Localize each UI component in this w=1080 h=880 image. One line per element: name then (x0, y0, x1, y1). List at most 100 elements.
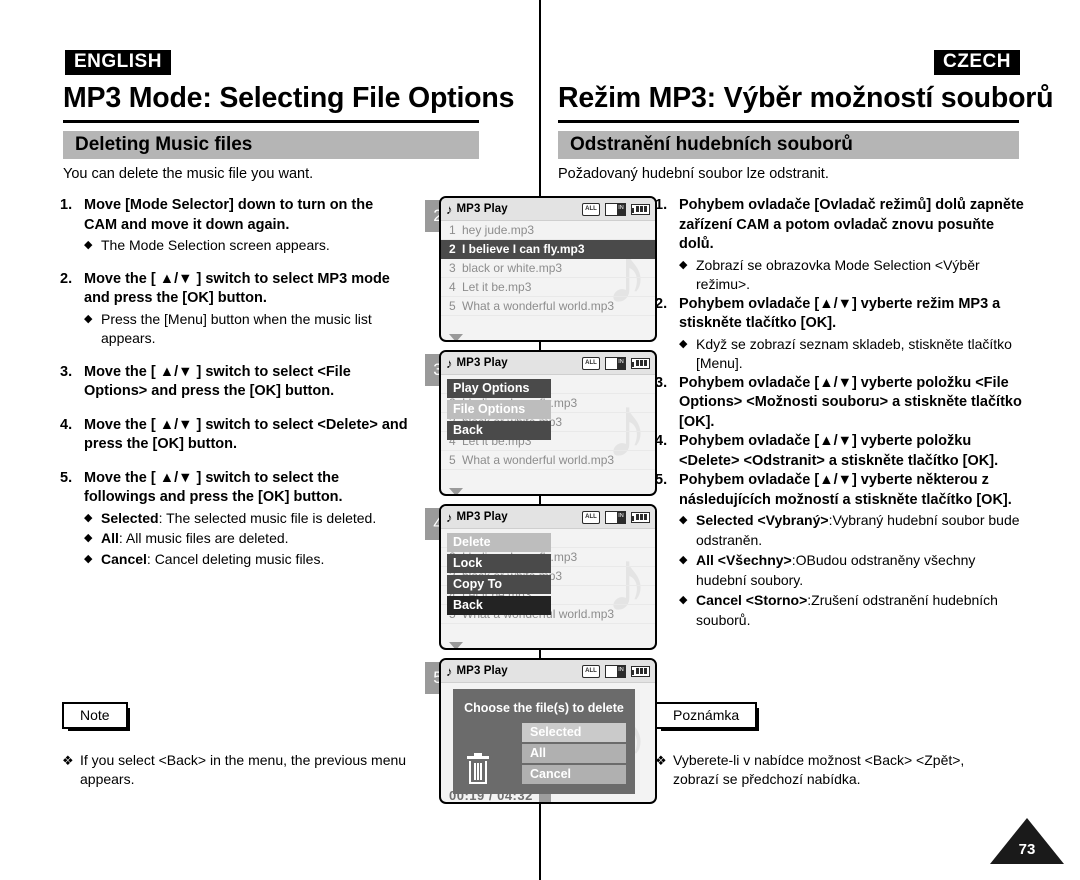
repeat-all-icon: ALL (582, 202, 600, 216)
dialog-button-group: Selected All Cancel (522, 723, 626, 786)
step-title: Pohybem ovladače [▲/▼] vyberte položku <… (679, 433, 999, 469)
menu-item[interactable]: Back (447, 596, 551, 615)
step-title: Move the [ ▲/▼ ] switch to select <File … (84, 363, 351, 400)
step-item: 4. Pohybem ovladače [▲/▼] vyberte položku… (655, 432, 1025, 471)
step-bullet-term: Selected <Vybraný> (696, 512, 829, 528)
step-body: Move the [ ▲/▼ ] switch to select <File … (84, 363, 410, 402)
diamond-bullet-icon: ◆ (679, 554, 688, 566)
step-bullet-text: All: All music files are deleted. (101, 530, 289, 546)
menu-item[interactable]: Play Options (447, 379, 551, 398)
lcd-content: ♪1hey jude.mp32I believe I can fly.mp33b… (441, 529, 655, 648)
page-title-english: MP3 Mode: Selecting File Options (63, 82, 515, 114)
step-item: 5. Pohybem ovladače [▲/▼] vyberte některo… (655, 471, 1025, 630)
step-body: Pohybem ovladače [Ovladač režimů] dolů z… (679, 196, 1025, 295)
step-item: 5. Move the [ ▲/▼ ] switch to select the … (60, 469, 410, 570)
step-bullet: ◆ Cancel: Cancel deleting music files. (84, 550, 410, 570)
menu-item[interactable]: Delete (447, 533, 551, 552)
step-bullet-term: All (101, 530, 119, 546)
trash-can-icon (467, 753, 489, 784)
track-list-item[interactable]: 5 What a wonderful world.mp3 (441, 451, 655, 470)
step-bullet-text: Cancel <Storno>:Zrušení odstranění hudeb… (696, 592, 998, 628)
internal-memory-icon: IN (605, 202, 626, 216)
track-list-item[interactable]: 2 I believe I can fly.mp3 (441, 240, 655, 259)
step-bullet-term: All <Všechny> (696, 552, 792, 568)
step-bullet-text: Press the [Menu] button when the music l… (101, 310, 372, 347)
step-number: 3. (60, 363, 73, 380)
lcd-icon-group: ALL IN (582, 664, 650, 678)
internal-memory-label: IN (617, 357, 625, 369)
battery-full-icon (631, 203, 650, 215)
track-list-item[interactable]: 4 Let it be.mp3 (441, 278, 655, 297)
diamond-bullet-icon: ◆ (679, 337, 688, 350)
lcd-mode-label: MP3 Play (456, 357, 508, 369)
track-list-item[interactable]: 5 What a wonderful world.mp3 (441, 297, 655, 316)
lcd-status-bar: ♪ MP3 Play ALL IN (441, 506, 655, 529)
language-tag-czech-wrap: CZECH (934, 50, 1020, 75)
note-bullet-icon: ❖ (655, 753, 667, 768)
track-index: 5 (449, 453, 456, 467)
menu-item[interactable]: File Options (447, 400, 551, 419)
step-title: Move the [ ▲/▼ ] switch to select <Delet… (84, 416, 408, 453)
step-body: Pohybem ovladače [▲/▼] vyberte položku <… (679, 374, 1025, 433)
repeat-all-icon: ALL (582, 356, 600, 370)
step-body: Pohybem ovladače [▲/▼] vyberte položku <… (679, 432, 1025, 471)
step-bullet: ◆ Selected: The selected music file is de… (84, 509, 410, 529)
track-list-item[interactable]: 1 hey jude.mp3 (441, 221, 655, 240)
lcd-mode-label: MP3 Play (456, 665, 508, 677)
step-bullet: ◆ Selected <Vybraný>:Vybraný hudební soub… (679, 511, 1025, 550)
diamond-bullet-icon: ◆ (679, 594, 688, 606)
section-heading-czech: Odstranění hudebních souborů (558, 131, 1019, 159)
step-body: Move the [ ▲/▼ ] switch to select the fo… (84, 469, 410, 570)
step-bullet: ◆ Zobrazí se obrazovka Mode Selection <Vý… (679, 256, 1025, 295)
delete-confirm-dialog: Choose the file(s) to delete Selected All C… (453, 689, 635, 794)
dialog-button[interactable]: All (522, 744, 626, 763)
scroll-down-icon[interactable] (449, 488, 463, 494)
track-index: 2 (449, 242, 456, 256)
step-bullet: ◆ Když se zobrazí seznam skladeb, stiskně… (679, 335, 1025, 374)
step-bullet: ◆ The Mode Selection screen appears. (84, 236, 410, 256)
diamond-bullet-icon: ◆ (84, 239, 93, 251)
step-body: Pohybem ovladače [▲/▼] vyberte některou … (679, 471, 1025, 630)
language-tag-english-wrap: ENGLISH (65, 50, 171, 75)
step-bullet: ◆ All <Všechny>:OBudou odstraněny všechny… (679, 551, 1025, 590)
scroll-down-icon[interactable] (449, 334, 463, 340)
music-note-icon: ♪ (446, 201, 453, 217)
section-heading-english: Deleting Music files (63, 131, 479, 159)
battery-full-icon (631, 357, 650, 369)
lcd-screen: ♪MP3 Play ALL IN ♪1hey jude.mp32I believe I… (439, 350, 657, 496)
scroll-down-icon[interactable] (449, 642, 463, 648)
note-label-english: Note (62, 702, 130, 731)
track-index: 4 (449, 280, 456, 294)
step-bullet-text: The Mode Selection screen appears. (101, 237, 330, 253)
internal-memory-icon: IN (605, 664, 626, 678)
dialog-button[interactable]: Selected (522, 723, 626, 742)
step-list-english: 1. Move [Mode Selector] down to turn on t… (60, 196, 410, 569)
step-spacer (60, 256, 410, 270)
dialog-button[interactable]: Cancel (522, 765, 626, 784)
note-bullet-icon: ❖ (62, 753, 74, 768)
track-name: What a wonderful world.mp3 (462, 299, 615, 313)
language-tag-english: ENGLISH (65, 50, 171, 75)
dialog-title: Choose the file(s) to delete (464, 701, 624, 715)
step-bullet-text: All <Všechny>:OBudou odstraněny všechny … (696, 552, 976, 588)
step-body: Move the [ ▲/▼ ] switch to select MP3 mo… (84, 270, 410, 349)
menu-item[interactable]: Lock (447, 554, 551, 573)
music-note-icon: ♪ (446, 355, 453, 371)
intro-text-czech: Požadovaný hudební soubor lze odstranit. (558, 166, 829, 182)
menu-item[interactable]: Copy To (447, 575, 551, 594)
internal-memory-icon: IN (605, 510, 626, 524)
lcd-content: ♪00:19 / 04:32Choose the file(s) to dele… (441, 683, 655, 802)
diamond-bullet-icon: ◆ (84, 312, 93, 325)
track-list-item[interactable]: 3 black or white.mp3 (441, 259, 655, 278)
step-item: 1. Pohybem ovladače [Ovladač režimů] dolů… (655, 196, 1025, 295)
music-note-icon: ♪ (446, 509, 453, 525)
step-item: 4. Move the [ ▲/▼ ] switch to select <Del… (60, 416, 410, 455)
lcd-status-bar: ♪ MP3 Play ALL IN (441, 660, 655, 683)
lcd-screen: ♪MP3 Play ALL IN ♪00:19 / 04:32Choose the f… (439, 658, 657, 804)
step-bullet-text: Cancel: Cancel deleting music files. (101, 550, 325, 567)
step-title: Move [Mode Selector] down to turn on the… (84, 197, 374, 233)
menu-item[interactable]: Back (447, 421, 551, 440)
page-number-text: 73 (1018, 841, 1036, 858)
step-list-czech: 1. Pohybem ovladače [Ovladač režimů] dolů… (655, 196, 1025, 630)
step-item: 3. Pohybem ovladače [▲/▼] vyberte položku… (655, 374, 1025, 433)
